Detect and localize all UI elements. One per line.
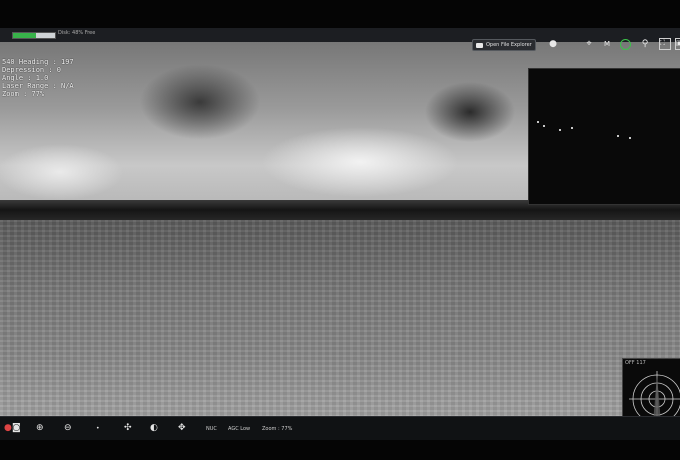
disk-usage-fill (13, 33, 37, 38)
point-icon[interactable]: • (96, 425, 100, 432)
hud-angle: Angle : 1.0 (2, 74, 49, 82)
disk-usage-bar (12, 32, 56, 39)
open-file-explorer-button[interactable]: Open File Explorer (472, 39, 536, 51)
light-point (537, 121, 539, 123)
folder-icon (476, 42, 483, 48)
hud-depression: Depression : 0 (2, 66, 62, 74)
light-point (629, 137, 631, 139)
radar-scope[interactable]: OFF 117 (622, 358, 680, 416)
bottom-toolbar: ● ◙ ⊕ ⊖ • ✣ ◐ ✥ NUC AGC Low Zoom : 77% (0, 416, 680, 440)
top-status-bar: Disk: 48% Free (0, 28, 680, 43)
disk-free-label: Disk: 48% Free (58, 30, 96, 36)
water-surface (0, 220, 680, 416)
secondary-camera-view[interactable] (528, 68, 680, 205)
light-point (543, 125, 545, 127)
telemetry-overlay: 540 Heading : 197 Depression : 0 Angle :… (2, 58, 74, 98)
contrast-icon[interactable]: ◐ (150, 423, 158, 433)
fit-view-icon[interactable]: ▣ (674, 37, 680, 51)
light-point (617, 135, 619, 137)
zoom-in-icon[interactable]: ⊕ (36, 423, 44, 433)
circle-dot-icon[interactable]: ● (546, 37, 560, 51)
camera-icon[interactable]: ◙ (12, 423, 21, 433)
record-icon[interactable]: ● (4, 423, 12, 433)
crosshair-button[interactable] (618, 37, 632, 51)
mode-button[interactable]: M (600, 37, 614, 51)
zoom-out-icon[interactable]: ⊖ (64, 423, 72, 433)
pin-icon[interactable]: ⚲ (638, 37, 652, 51)
hud-heading: 540 Heading : 197 (2, 58, 74, 66)
radar-rings-icon (629, 371, 680, 416)
radar-label: OFF 117 (625, 360, 646, 366)
settings-icon[interactable]: ✣ (124, 423, 132, 433)
satellite-signal-icon[interactable]: ⌖ (582, 37, 596, 51)
light-point (571, 127, 573, 129)
light-point (559, 129, 561, 131)
explorer-button-label: Open File Explorer (486, 42, 532, 48)
crosshair-icon (619, 38, 631, 50)
hud-laser-range: Laser Range : N/A (2, 82, 74, 90)
drone-icon[interactable]: ✥ (178, 423, 186, 433)
hud-zoom: Zoom : 77% (2, 90, 45, 98)
agc-button[interactable]: AGC Low (228, 426, 250, 432)
nuc-button[interactable]: NUC (206, 426, 217, 432)
thermal-viewer-screen: Disk: 48% Free 540 Heading : 197 Depress… (0, 28, 680, 440)
fullscreen-icon[interactable]: ⛶ (658, 37, 672, 51)
thermal-video-feed[interactable]: 540 Heading : 197 Depression : 0 Angle :… (0, 42, 680, 416)
zoom-readout: Zoom : 77% (262, 426, 293, 432)
